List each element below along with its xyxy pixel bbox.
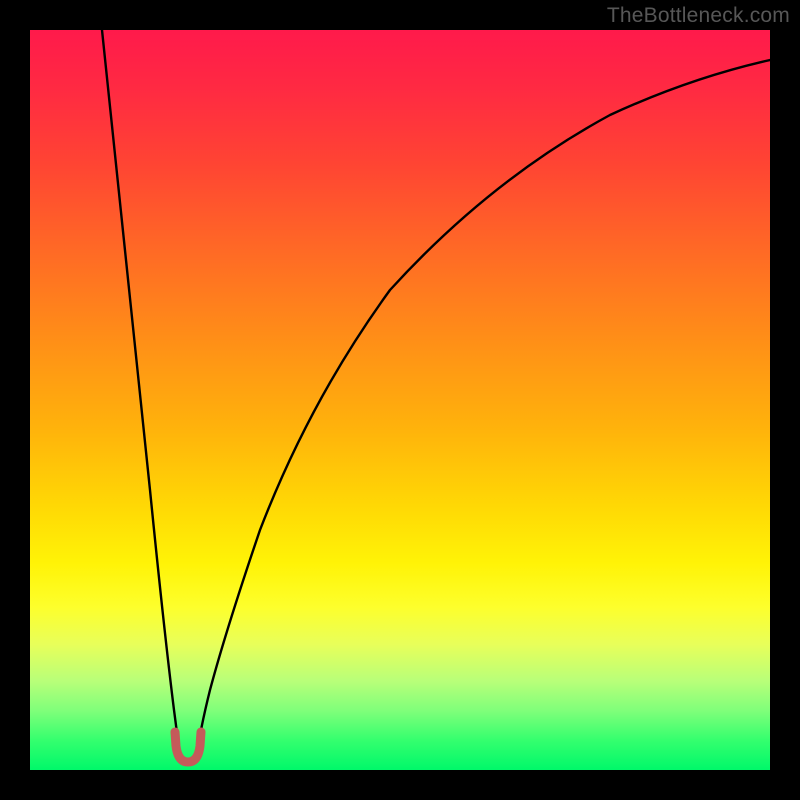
watermark-text: TheBottleneck.com [607,4,790,28]
curve-layer [30,30,770,770]
outer-frame: TheBottleneck.com [0,0,800,800]
curve-right [196,60,770,760]
plot-area [30,30,770,770]
curve-left [102,30,180,760]
trough-u-marker [175,732,201,762]
